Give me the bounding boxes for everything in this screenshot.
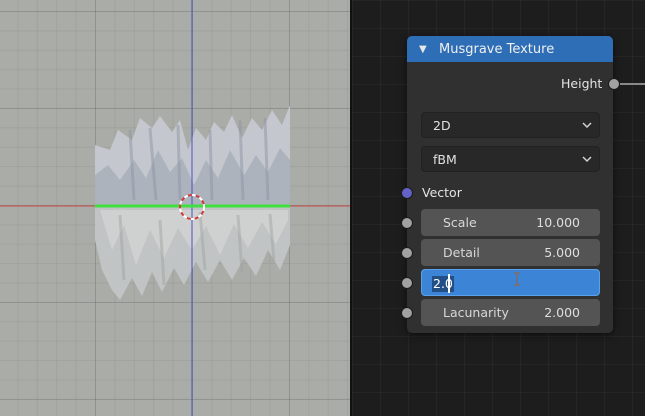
detail-socket[interactable] <box>401 247 413 259</box>
vector-label: Vector <box>422 185 462 200</box>
output-height-socket[interactable] <box>608 78 620 90</box>
lacunarity-value: 2.000 <box>544 305 580 320</box>
text-cursor-icon <box>514 272 520 286</box>
dimension-socket[interactable] <box>401 277 413 289</box>
dimensions-dropdown[interactable]: 2D <box>421 112 600 138</box>
lacunarity-socket[interactable] <box>401 307 413 319</box>
output-link <box>618 83 645 85</box>
triangle-down-icon[interactable]: ▼ <box>419 44 431 55</box>
3d-viewport[interactable] <box>0 0 350 416</box>
musgrave-type-dropdown[interactable]: fBM <box>421 146 600 172</box>
scale-label: Scale <box>443 215 477 230</box>
text-caret <box>448 274 450 293</box>
detail-field[interactable]: Detail 5.000 <box>421 239 600 266</box>
output-height-label: Height <box>561 76 603 91</box>
viewport-scene <box>0 0 350 416</box>
detail-value: 5.000 <box>544 245 580 260</box>
vector-input-socket[interactable] <box>401 187 413 199</box>
detail-label: Detail <box>443 245 480 260</box>
lacunarity-field[interactable]: Lacunarity 2.000 <box>421 299 600 326</box>
lacunarity-label: Lacunarity <box>443 305 509 320</box>
node-title: Musgrave Texture <box>439 41 555 57</box>
scale-field[interactable]: Scale 10.000 <box>421 209 600 236</box>
musgrave-type-value: fBM <box>433 151 457 167</box>
node-header[interactable]: ▼ Musgrave Texture <box>407 36 613 62</box>
chevron-down-icon <box>582 156 592 163</box>
dimension-edit-text[interactable]: 2.0 <box>432 276 454 292</box>
scale-socket[interactable] <box>401 217 413 229</box>
dimensions-value: 2D <box>433 117 451 133</box>
chevron-down-icon <box>582 122 592 129</box>
scale-value: 10.000 <box>536 215 580 230</box>
